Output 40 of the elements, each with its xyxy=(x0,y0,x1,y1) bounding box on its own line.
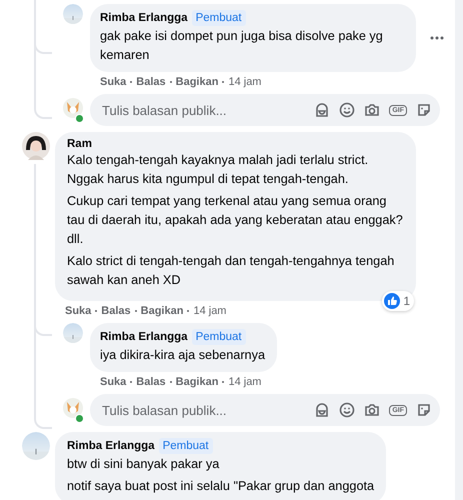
comment-action-link[interactable]: Bagikan xyxy=(176,76,218,88)
timestamp: 14 jam xyxy=(228,76,262,88)
comment-action-link[interactable]: Bagikan xyxy=(176,376,218,388)
sticker-icon[interactable] xyxy=(416,402,432,418)
emoji-icon[interactable] xyxy=(339,402,356,418)
comment-text: Kalo tengah-tengah kayaknya malah jadi terlalu strict. Nggak harus kita ngumpul di tepat tengah-tengah. xyxy=(67,152,370,188)
reaction-count[interactable]: 1 xyxy=(382,291,414,311)
more-icon xyxy=(430,36,444,40)
author-name[interactable]: Rimba Erlangga xyxy=(100,331,188,343)
comment-action-link[interactable]: Suka xyxy=(100,376,126,388)
author-name[interactable]: Rimba Erlangga xyxy=(67,440,155,452)
comment-text: Kalo strict di tengah-tengah dan tengah-tengahnya tengah sawah kan aneh XD xyxy=(67,253,396,289)
sticker-icon[interactable] xyxy=(416,102,432,118)
author-badge: Pembuat xyxy=(158,438,213,454)
comment-action-link[interactable]: Suka xyxy=(65,305,92,317)
timestamp: 14 jam xyxy=(228,376,262,388)
comment-action-link[interactable]: Balas xyxy=(136,76,166,88)
author-name[interactable]: Ram xyxy=(67,138,92,150)
comment-action-link[interactable]: Suka xyxy=(100,76,126,88)
avatar-sticker-icon[interactable] xyxy=(314,102,330,118)
comment-text: Cukup cari tempat yang terkenal atau yang semua orang tau di daerah itu, apakah ada yang keberatan atau enggak? dll. xyxy=(67,193,404,248)
author-badge: Pembuat xyxy=(192,329,246,345)
author-name[interactable]: Rimba Erlangga xyxy=(100,12,188,24)
author-badge: Pembuat xyxy=(192,10,246,26)
thumbs-up-icon xyxy=(384,293,400,309)
avatar-sticker-icon[interactable] xyxy=(314,402,330,418)
comment-text: btw di sini banyak pakar ya xyxy=(67,456,220,473)
comment-text: gak pake isi dompet pun juga bisa disolve pake yg kemaren xyxy=(100,28,384,64)
emoji-icon[interactable] xyxy=(339,102,356,118)
comment-text: notif saya buat post ini selalu "Pakar grup dan anggota xyxy=(67,478,374,495)
timestamp: 14 jam xyxy=(193,305,226,317)
avatar xyxy=(63,98,83,118)
reaction-number: 1 xyxy=(403,294,410,308)
comment-action-link[interactable]: Balas xyxy=(101,305,131,317)
camera-icon[interactable] xyxy=(364,102,380,118)
comment-action-link[interactable]: Bagikan xyxy=(140,305,184,317)
camera-icon[interactable] xyxy=(364,402,380,418)
comment-action-link[interactable]: Balas xyxy=(136,376,166,388)
avatar xyxy=(63,398,83,418)
comment-text: iya dikira-kira aja sebenarnya xyxy=(100,347,266,364)
